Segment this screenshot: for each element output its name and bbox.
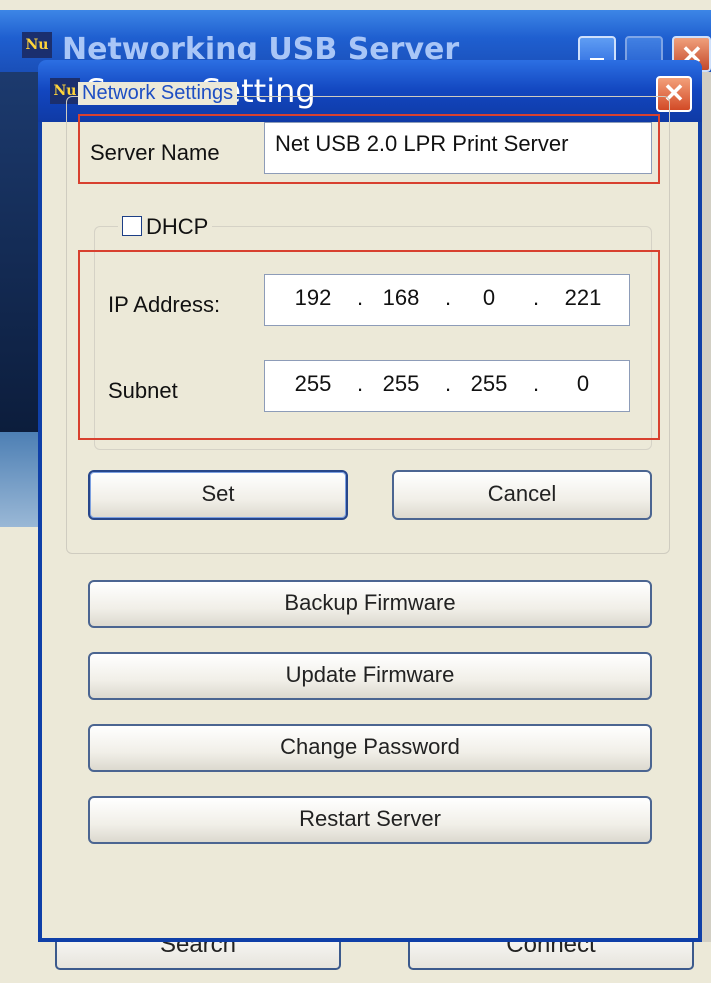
backup-firmware-button[interactable]: Backup Firmware xyxy=(88,580,652,628)
dhcp-option[interactable]: DHCP xyxy=(118,214,213,240)
subnet-octet-2[interactable]: 255 xyxy=(373,371,429,397)
ip-dot: . xyxy=(533,285,540,310)
dhcp-label: DHCP xyxy=(146,214,209,239)
subnet-dot: . xyxy=(533,371,540,396)
ip-octet-1[interactable]: 192 xyxy=(285,285,341,311)
ip-dot: . xyxy=(357,285,364,310)
ip-octet-2[interactable]: 168 xyxy=(373,285,429,311)
network-settings-label: Network Settings xyxy=(78,82,238,105)
ip-octet-3[interactable]: 0 xyxy=(461,285,517,311)
ip-octet-4[interactable]: 221 xyxy=(555,285,611,311)
background-panel xyxy=(0,72,42,432)
server-name-input[interactable]: Net USB 2.0 LPR Print Server xyxy=(264,122,652,174)
subnet-dot: . xyxy=(357,371,364,396)
server-name-label: Server Name xyxy=(90,140,220,165)
set-button[interactable]: Set xyxy=(88,470,348,520)
subnet-dot: . xyxy=(445,371,452,396)
restart-server-button[interactable]: Restart Server xyxy=(88,796,652,844)
cancel-button[interactable]: Cancel xyxy=(392,470,652,520)
dialog-content: Network Settings Server Name Net USB 2.0… xyxy=(38,0,702,983)
ip-address-field[interactable]: 192 . 168 . 0 . 221 xyxy=(264,274,630,326)
subnet-label: Subnet xyxy=(108,378,178,403)
subnet-octet-3[interactable]: 255 xyxy=(461,371,517,397)
ip-dot: . xyxy=(445,285,452,310)
change-password-button[interactable]: Change Password xyxy=(88,724,652,772)
subnet-octet-4[interactable]: 0 xyxy=(555,371,611,397)
subnet-octet-1[interactable]: 255 xyxy=(285,371,341,397)
subnet-field[interactable]: 255 . 255 . 255 . 0 xyxy=(264,360,630,412)
ip-address-label: IP Address: xyxy=(108,292,221,317)
update-firmware-button[interactable]: Update Firmware xyxy=(88,652,652,700)
dhcp-checkbox[interactable] xyxy=(122,216,142,236)
background-panel xyxy=(0,432,42,527)
